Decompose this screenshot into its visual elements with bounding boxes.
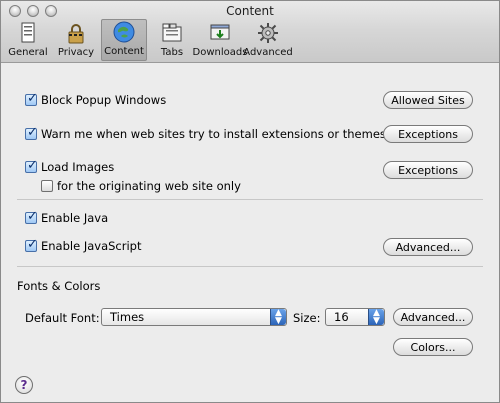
default-font-value: Times [110, 310, 145, 324]
tab-content[interactable]: Content [101, 19, 147, 61]
warn-extensions-label: Warn me when web sites try to install ex… [41, 127, 386, 141]
extensions-exceptions-button[interactable]: Exceptions [383, 125, 473, 143]
load-images-checkbox[interactable] [25, 158, 38, 173]
originating-only-row: for the originating web site only [41, 179, 241, 193]
block-popups-row: Block Popup Windows [25, 91, 167, 107]
load-images-row: Load Images [25, 158, 115, 174]
originating-only-checkbox[interactable] [41, 180, 53, 192]
warn-extensions-checkbox[interactable] [25, 125, 38, 140]
default-font-select[interactable]: Times ▲ ▼ [101, 308, 287, 326]
default-font-label: Default Font: [25, 311, 100, 325]
enable-javascript-label: Enable JavaScript [41, 239, 142, 253]
enable-javascript-row: Enable JavaScript [25, 237, 142, 253]
help-icon[interactable]: ? [15, 376, 33, 394]
select-arrows-icon: ▲ ▼ [270, 309, 286, 326]
tab-content-label: Content [104, 46, 144, 57]
tab-general[interactable]: General [5, 19, 51, 61]
content-icon [113, 21, 135, 43]
warn-extensions-row: Warn me when web sites try to install ex… [25, 125, 386, 141]
preferences-window: Content General Privacy Content Tabs Dow… [0, 0, 500, 403]
font-size-select[interactable]: 16 ▲ ▼ [325, 308, 385, 326]
allowed-sites-button[interactable]: Allowed Sites [383, 91, 473, 109]
images-exceptions-button[interactable]: Exceptions [383, 161, 473, 179]
general-icon [21, 22, 35, 43]
tab-privacy[interactable]: Privacy [53, 19, 99, 61]
separator [17, 199, 483, 200]
tab-advanced-label: Advanced [243, 47, 293, 58]
downloads-icon [210, 24, 230, 40]
tabs-icon [162, 23, 182, 42]
tab-tabs[interactable]: Tabs [149, 19, 195, 61]
font-size-value: 16 [334, 310, 349, 324]
block-popups-label: Block Popup Windows [41, 93, 167, 107]
preferences-tabs: General Privacy Content Tabs Downloads A… [5, 19, 293, 61]
load-images-label: Load Images [41, 160, 115, 174]
advanced-icon [258, 23, 278, 43]
enable-java-row: Enable Java [25, 209, 109, 225]
separator [17, 266, 483, 267]
javascript-advanced-button[interactable]: Advanced... [383, 238, 473, 256]
privacy-icon [68, 24, 84, 44]
tab-tabs-label: Tabs [160, 47, 184, 58]
fonts-colors-heading: Fonts & Colors [17, 279, 101, 293]
enable-java-label: Enable Java [41, 211, 109, 225]
tab-downloads-label: Downloads [192, 47, 248, 58]
tab-general-label: General [8, 47, 48, 58]
block-popups-checkbox[interactable] [25, 91, 38, 106]
select-arrows-icon: ▲ ▼ [368, 309, 384, 326]
colors-button[interactable]: Colors... [393, 338, 473, 356]
size-label: Size: [293, 311, 321, 325]
enable-javascript-checkbox[interactable] [25, 237, 38, 252]
originating-only-label: for the originating web site only [57, 179, 241, 193]
window-title: Content [226, 4, 274, 18]
tab-privacy-label: Privacy [57, 47, 95, 58]
window-toolbar: Content General Privacy Content Tabs Dow… [1, 1, 499, 63]
tab-advanced[interactable]: Advanced [243, 19, 293, 61]
enable-java-checkbox[interactable] [25, 209, 38, 224]
tab-downloads[interactable]: Downloads [193, 19, 247, 61]
fonts-advanced-button[interactable]: Advanced... [393, 308, 473, 326]
